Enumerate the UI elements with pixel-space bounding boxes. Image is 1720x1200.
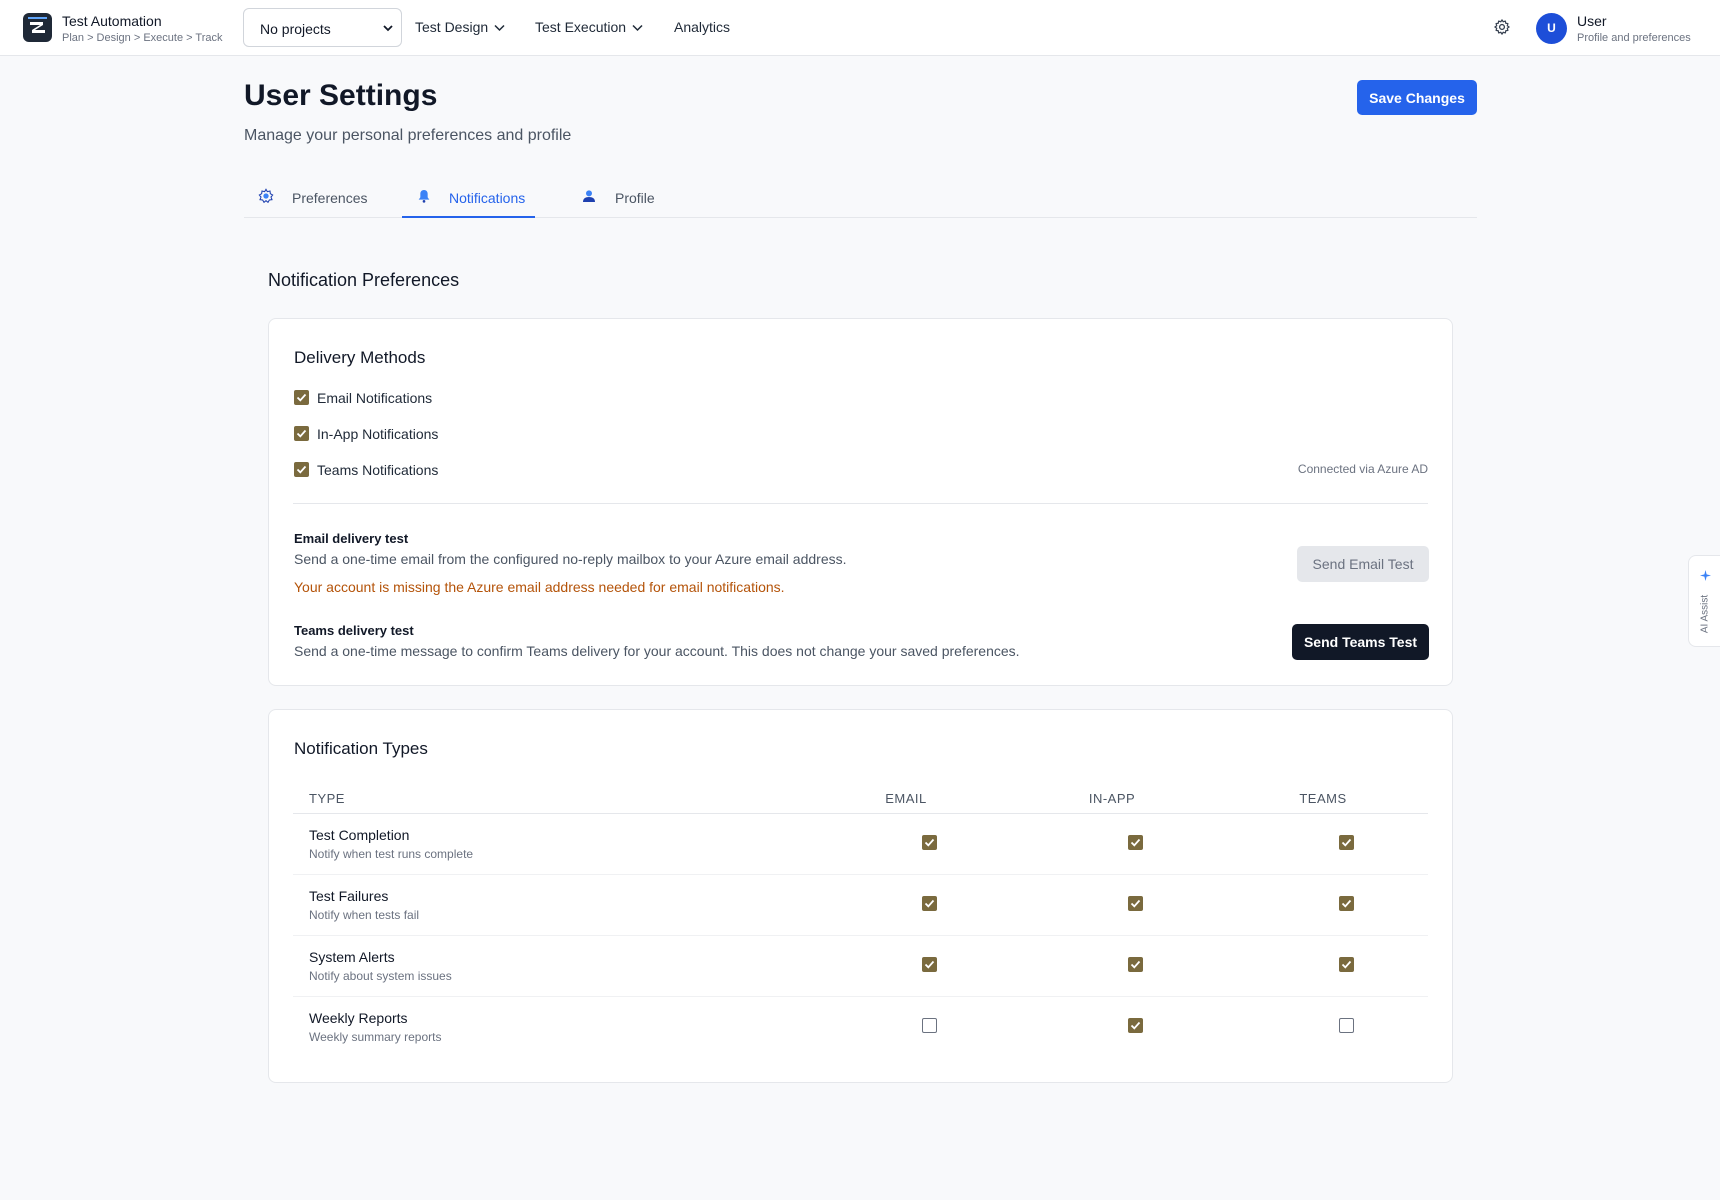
divider: [293, 503, 1428, 504]
settings-gear-icon[interactable]: [1493, 18, 1511, 36]
teams-test-title: Teams delivery test: [294, 623, 414, 638]
inapp-checkbox[interactable]: [1128, 835, 1143, 850]
avatar[interactable]: U: [1536, 13, 1567, 44]
tab-preferences[interactable]: Preferences: [244, 186, 384, 218]
gear-icon: [258, 188, 274, 204]
chevron-down-icon: [383, 25, 393, 32]
teams-checkbox[interactable]: [1339, 835, 1354, 850]
row-subtitle: Weekly summary reports: [309, 1030, 442, 1044]
ai-assist-label: AI Assist: [1699, 594, 1711, 634]
email-checkbox[interactable]: [922, 896, 937, 911]
send-email-test-button[interactable]: Send Email Test: [1297, 546, 1429, 582]
nav-test-design-label: Test Design: [415, 19, 489, 35]
delivery-methods-title: Delivery Methods: [294, 348, 426, 367]
bell-icon: [418, 190, 430, 203]
section-title: Notification Preferences: [268, 270, 460, 290]
teams-notifications-label[interactable]: Teams Notifications: [317, 462, 438, 478]
row-subtitle: Notify when tests fail: [309, 908, 420, 922]
email-checkbox[interactable]: [922, 1018, 937, 1033]
project-select[interactable]: No projects: [243, 8, 402, 47]
notification-types-title: Notification Types: [294, 739, 428, 758]
column-header-email: EMAIL: [885, 791, 927, 806]
column-header-type: TYPE: [309, 791, 345, 806]
row-title: System Alerts: [309, 949, 395, 965]
teams-notifications-checkbox[interactable]: [294, 462, 309, 477]
sparkle-icon: [1700, 570, 1711, 581]
save-changes-button[interactable]: Save Changes: [1357, 80, 1477, 115]
row-title: Test Completion: [309, 827, 410, 843]
teams-checkbox[interactable]: [1339, 896, 1354, 911]
nav-test-execution[interactable]: Test Execution: [535, 19, 643, 35]
teams-checkbox[interactable]: [1339, 1018, 1354, 1033]
column-header-inapp: IN-APP: [1088, 791, 1136, 806]
chevron-down-icon: [632, 24, 643, 31]
table-row: Test Failures Notify when tests fail: [293, 875, 1428, 936]
email-notifications-label[interactable]: Email Notifications: [317, 390, 432, 406]
teams-test-description: Send a one-time message to confirm Teams…: [294, 643, 1020, 659]
nav-test-execution-label: Test Execution: [535, 19, 627, 35]
send-teams-test-button[interactable]: Send Teams Test: [1292, 624, 1429, 660]
tab-notifications[interactable]: Notifications: [402, 186, 535, 218]
notification-types-card: Notification Types TYPE EMAIL IN-APP TEA…: [268, 709, 1453, 1083]
teams-checkbox[interactable]: [1339, 957, 1354, 972]
top-navigation-bar: Test Automation Plan > Design > Execute …: [0, 0, 1720, 56]
tab-preferences-label: Preferences: [292, 190, 368, 206]
email-test-description: Send a one-time email from the configure…: [294, 551, 847, 567]
email-test-title: Email delivery test: [294, 531, 409, 546]
nav-analytics[interactable]: Analytics: [674, 19, 730, 35]
tab-profile[interactable]: Profile: [567, 186, 687, 218]
delivery-methods-card: Delivery Methods Email Notifications In-…: [268, 318, 1453, 686]
person-icon: [583, 190, 595, 202]
project-select-value: No projects: [260, 21, 331, 37]
tab-profile-label: Profile: [615, 190, 655, 206]
row-title: Weekly Reports: [309, 1010, 408, 1026]
email-missing-warning: Your account is missing the Azure email …: [294, 579, 785, 595]
app-title: Test Automation: [62, 13, 162, 29]
table-row: Weekly Reports Weekly summary reports: [293, 997, 1428, 1058]
table-row: System Alerts Notify about system issues: [293, 936, 1428, 997]
inapp-checkbox[interactable]: [1128, 1018, 1143, 1033]
row-title: Test Failures: [309, 888, 389, 904]
inapp-checkbox[interactable]: [1128, 896, 1143, 911]
email-checkbox[interactable]: [922, 835, 937, 850]
user-name[interactable]: User: [1577, 13, 1607, 29]
email-notifications-checkbox[interactable]: [294, 390, 309, 405]
app-logo[interactable]: [23, 13, 52, 42]
inapp-checkbox[interactable]: [1128, 957, 1143, 972]
ai-assist-tab[interactable]: AI Assist: [1688, 555, 1720, 647]
tab-notifications-label: Notifications: [449, 190, 526, 206]
page-title: User Settings: [244, 79, 438, 112]
row-subtitle: Notify when test runs complete: [309, 847, 474, 861]
app-breadcrumb: Plan > Design > Execute > Track: [62, 32, 223, 44]
teams-connection-status: Connected via Azure AD: [1297, 462, 1428, 476]
table-row: Test Completion Notify when test runs co…: [293, 814, 1428, 875]
row-subtitle: Notify about system issues: [309, 969, 452, 983]
nav-test-design[interactable]: Test Design: [415, 19, 505, 35]
inapp-notifications-label[interactable]: In-App Notifications: [317, 426, 438, 442]
inapp-notifications-checkbox[interactable]: [294, 426, 309, 441]
page-subtitle: Manage your personal preferences and pro…: [244, 127, 572, 144]
user-subtitle: Profile and preferences: [1577, 32, 1691, 44]
column-header-teams: TEAMS: [1299, 791, 1347, 806]
chevron-down-icon: [494, 24, 505, 31]
email-checkbox[interactable]: [922, 957, 937, 972]
